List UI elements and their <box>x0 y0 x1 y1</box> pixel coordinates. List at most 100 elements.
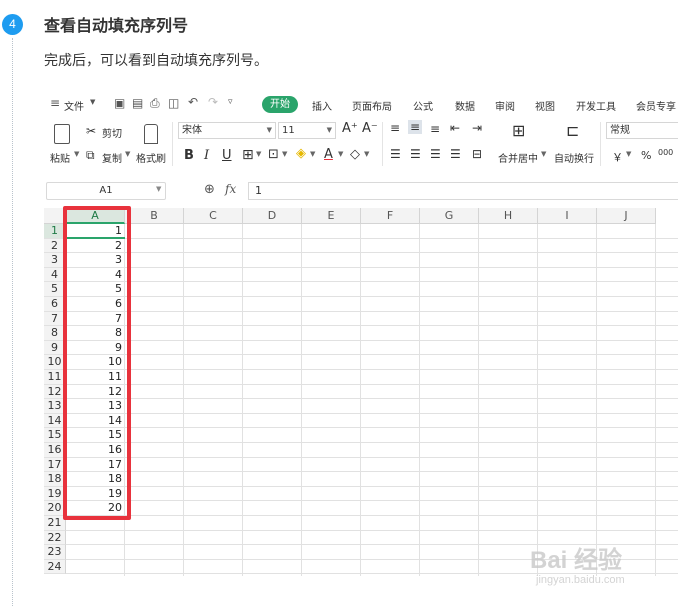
paste-button[interactable]: 粘贴 <box>50 150 70 165</box>
align-top-icon[interactable]: ≡ <box>390 121 400 135</box>
justify-icon[interactable]: ☰ <box>450 147 461 161</box>
column-header[interactable]: F <box>361 208 420 224</box>
border-icon[interactable]: ⊞ <box>242 147 254 163</box>
ribbon-divider <box>382 122 383 166</box>
currency-button[interactable]: ￥ <box>612 149 623 165</box>
grid-row-line <box>66 412 678 414</box>
align-right-icon[interactable]: ☰ <box>430 147 441 161</box>
fx-icon[interactable]: fx <box>225 182 236 196</box>
font-name-select[interactable]: 宋体 ▼ <box>178 122 276 139</box>
cut-button[interactable]: 剪切 <box>102 125 122 140</box>
step-description: 完成后，可以看到自动填充序列号。 <box>44 53 268 69</box>
underline-icon[interactable]: U <box>222 148 232 163</box>
tab-member[interactable]: 会员专享 <box>636 98 676 113</box>
redo-icon[interactable]: ↷ <box>208 95 218 109</box>
align-middle-icon[interactable]: ≡ <box>408 120 423 134</box>
column-header[interactable]: D <box>243 208 302 224</box>
print-preview-icon[interactable]: ◫ <box>168 96 179 110</box>
tab-review[interactable]: 审阅 <box>495 98 515 113</box>
cell-style-icon[interactable]: ⊡ <box>268 147 279 162</box>
paste-icon[interactable] <box>54 124 70 144</box>
column-header[interactable]: J <box>597 208 656 224</box>
font-color-icon[interactable]: A <box>324 147 333 162</box>
tab-data[interactable]: 数据 <box>455 98 475 113</box>
grid-row-line <box>66 456 678 458</box>
chevron-down-icon[interactable]: ▼ <box>338 150 343 158</box>
row-header[interactable]: 24 <box>44 559 66 575</box>
column-header[interactable]: H <box>479 208 538 224</box>
column-header[interactable]: G <box>420 208 479 224</box>
grid-row-line <box>66 354 678 356</box>
column-header[interactable]: C <box>184 208 243 224</box>
chevron-down-icon[interactable]: ▼ <box>156 185 161 193</box>
grid-row-line <box>66 339 678 341</box>
tab-view[interactable]: 视图 <box>535 98 555 113</box>
increase-indent-icon[interactable]: ⇥ <box>472 121 482 135</box>
grid-row-line <box>66 383 678 385</box>
sheet-grid[interactable]: A B C D E F G H I J 1 2 3 4 5 6 7 8 9 10 11 12 13 14 15 16 17 18 19 2… <box>44 206 678 576</box>
format-painter-button[interactable]: 格式刷 <box>136 150 166 165</box>
font-size-select[interactable]: 11 ▼ <box>278 122 336 139</box>
number-format-select[interactable]: 常规 <box>606 122 678 139</box>
grid-row-line <box>66 442 678 443</box>
distributed-icon[interactable]: ⊟ <box>472 147 482 161</box>
tab-formulas[interactable]: 公式 <box>413 98 433 113</box>
increase-font-icon[interactable]: A⁺ <box>342 121 358 136</box>
decrease-indent-icon[interactable]: ⇤ <box>450 121 460 135</box>
number-format-value: 常规 <box>610 125 630 136</box>
align-left-icon[interactable]: ☰ <box>390 147 401 161</box>
column-header[interactable]: B <box>125 208 184 224</box>
tab-developer[interactable]: 开发工具 <box>576 98 616 113</box>
print-icon[interactable]: ⎙ <box>150 96 160 111</box>
chevron-down-icon[interactable]: ▼ <box>282 150 287 158</box>
chevron-down-icon[interactable]: ▼ <box>626 150 631 158</box>
clear-icon[interactable]: ◇ <box>350 147 360 162</box>
italic-icon[interactable]: I <box>204 148 209 163</box>
column-header[interactable]: I <box>538 208 597 224</box>
undo-icon[interactable]: ↶ <box>188 95 198 109</box>
grid-column-line <box>419 224 420 576</box>
chevron-down-icon[interactable]: ▼ <box>256 150 261 158</box>
chevron-down-icon[interactable]: ▼ <box>541 150 546 158</box>
thousands-button[interactable]: 000 <box>658 148 673 157</box>
chevron-down-icon[interactable]: ▼ <box>364 150 369 158</box>
tab-insert[interactable]: 插入 <box>312 98 332 113</box>
grid-column-line <box>655 224 656 576</box>
decrease-font-icon[interactable]: A⁻ <box>362 121 378 136</box>
bold-icon[interactable]: B <box>184 148 194 163</box>
tab-page-layout[interactable]: 页面布局 <box>352 98 392 113</box>
formula-bar: A1 ▼ ⊕ fx 1 <box>44 180 678 202</box>
column-header[interactable]: E <box>302 208 361 224</box>
wrap-text-button[interactable]: 自动换行 <box>554 150 594 165</box>
row-header[interactable]: 22 <box>44 530 66 546</box>
save-icon[interactable]: ▣ <box>114 96 125 110</box>
copy-button[interactable]: 复制 <box>102 150 122 165</box>
file-menu[interactable]: 文件 <box>64 98 84 113</box>
merge-center-icon: ⊞ <box>512 121 526 140</box>
hamburger-icon[interactable]: ≡ <box>50 96 60 110</box>
format-painter-icon <box>144 124 158 144</box>
grid-column-line <box>183 224 184 576</box>
fill-color-icon[interactable]: ◈ <box>296 146 306 161</box>
export-pdf-icon[interactable]: ▤ <box>132 96 143 110</box>
tab-home[interactable]: 开始 <box>262 96 298 113</box>
grid-row-line <box>66 485 678 487</box>
name-box[interactable]: A1 <box>46 182 166 200</box>
ribbon-toolbar: 粘贴 ▼ ✂ 剪切 ⧉ 复制 ▼ 格式刷 宋体 ▼ 11 ▼ A⁺ A⁻ B I U… <box>44 118 678 170</box>
paste-dropdown-icon[interactable]: ▼ <box>74 150 79 158</box>
percent-button[interactable]: % <box>641 149 651 162</box>
step-timeline-line <box>12 38 13 606</box>
grid-column-line <box>596 224 597 576</box>
align-center-icon[interactable]: ☰ <box>410 147 421 161</box>
chevron-down-icon[interactable]: ▼ <box>310 150 315 158</box>
watermark-brand: Bai 经验 <box>530 547 623 574</box>
customize-toolbar-icon[interactable]: ▿ <box>228 97 233 107</box>
watermark-url: jingyan.baidu.com <box>536 574 625 586</box>
copy-dropdown-icon[interactable]: ▼ <box>125 150 130 158</box>
formula-input[interactable]: 1 <box>248 182 678 200</box>
row-header[interactable]: 23 <box>44 545 66 560</box>
merge-center-button[interactable]: 合并居中 <box>498 150 538 165</box>
grid-row-line <box>66 515 678 516</box>
align-bottom-icon[interactable]: ≡ <box>430 122 440 136</box>
zoom-search-icon[interactable]: ⊕ <box>204 182 215 197</box>
